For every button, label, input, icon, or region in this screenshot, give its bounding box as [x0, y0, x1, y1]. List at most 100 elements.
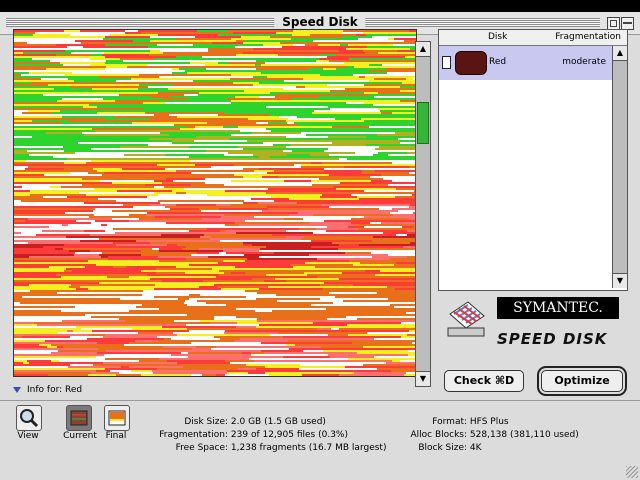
disk-block-strip — [325, 82, 402, 84]
scroll-down-arrow-icon[interactable]: ▼ — [416, 371, 430, 386]
disk-block-strip — [124, 154, 132, 156]
disk-block-strip — [328, 106, 374, 108]
disk-block-strip — [159, 358, 185, 360]
disclosure-triangle-icon[interactable] — [13, 386, 21, 393]
disk-block-strip — [100, 138, 149, 140]
disk-block-strip — [14, 372, 91, 374]
disk-block-strip — [304, 272, 342, 274]
disk-block-strip — [162, 326, 236, 328]
disk-block-strip — [326, 124, 416, 126]
disk-block-strip — [186, 246, 266, 248]
disk-block-strip — [112, 218, 139, 220]
disk-block-strip — [253, 48, 346, 50]
column-header-disk[interactable]: Disk — [488, 32, 507, 42]
disk-block-strip — [69, 120, 98, 122]
disk-block-strip — [119, 372, 153, 374]
resize-grow-box-icon[interactable] — [626, 466, 638, 478]
map-scroll-thumb[interactable] — [417, 102, 429, 144]
list-scroll-up-icon[interactable]: ▲ — [613, 46, 627, 61]
disk-block-strip — [14, 324, 37, 326]
disk-block-strip — [388, 254, 411, 256]
disk-block-strip — [390, 304, 416, 306]
disk-block-strip — [80, 124, 174, 126]
disk-block-strip — [14, 60, 50, 62]
disk-block-strip — [244, 124, 298, 126]
disk-block-strip — [364, 226, 402, 228]
disk-block-strip — [142, 304, 181, 306]
disk-block-strip — [215, 344, 286, 346]
disk-block-strip — [99, 282, 144, 284]
disk-block-strip — [381, 224, 416, 226]
disk-block-strip — [125, 320, 174, 322]
disk-block-strip — [25, 158, 44, 160]
disk-block-strip — [156, 198, 170, 200]
disk-block-strip — [14, 316, 91, 318]
check-button[interactable]: Check ⌘D — [444, 370, 524, 392]
disk-block-strip — [401, 294, 416, 296]
disk-block-strip — [394, 38, 416, 40]
optimize-button[interactable]: Optimize — [541, 370, 623, 392]
disk-block-strip — [373, 104, 416, 106]
disk-block-strip — [32, 136, 109, 138]
map-scrollbar[interactable]: ▲ ▼ — [415, 41, 431, 387]
disk-block-strip — [361, 118, 416, 120]
scroll-up-arrow-icon[interactable]: ▲ — [416, 42, 430, 57]
disk-block-strip — [266, 128, 285, 130]
disk-block-strip — [14, 250, 69, 252]
disk-block-strip — [14, 198, 98, 200]
disk-block-strip — [14, 94, 43, 96]
disk-block-strip — [103, 38, 176, 40]
disk-block-strip — [14, 130, 52, 132]
disk-block-strip — [153, 130, 240, 132]
disk-block-strip — [369, 60, 416, 62]
disk-block-strip — [339, 158, 347, 160]
list-scroll-down-icon[interactable]: ▼ — [613, 273, 627, 288]
disk-block-strip — [156, 272, 185, 274]
disk-block-strip — [102, 308, 135, 310]
disk-block-strip — [143, 202, 160, 204]
disk-block-strip — [386, 68, 416, 70]
view-button[interactable] — [16, 405, 42, 431]
disk-block-strip — [350, 340, 416, 342]
disk-block-strip — [163, 346, 196, 348]
disk-block-strip — [219, 208, 242, 210]
disk-block-strip — [14, 330, 67, 332]
disk-block-strip — [189, 330, 225, 332]
disk-block-strip — [253, 76, 267, 78]
disk-block-strip — [14, 338, 87, 340]
disk-block-strip — [381, 222, 416, 224]
disk-block-strip — [14, 276, 61, 278]
disk-block-strip — [283, 356, 330, 358]
disk-block-strip — [185, 70, 232, 72]
disk-block-strip — [115, 100, 159, 102]
disk-list-scrollbar[interactable]: ▲ ▼ — [612, 46, 627, 288]
disk-block-strip — [171, 354, 251, 356]
disk-block-strip — [369, 64, 382, 66]
disk-block-strip — [14, 318, 51, 320]
disk-block-strip — [180, 290, 204, 292]
disk-block-strip — [276, 294, 289, 296]
final-button[interactable] — [104, 405, 130, 431]
current-button[interactable] — [66, 405, 92, 431]
disk-block-strip — [191, 374, 202, 376]
disk-block-strip — [167, 244, 177, 246]
disk-block-strip — [354, 372, 367, 374]
disk-row-red[interactable]: Red moderate — [439, 46, 612, 80]
disk-block-strip — [240, 130, 252, 132]
disk-block-strip — [102, 54, 149, 56]
info-for[interactable]: Info for: Red — [13, 385, 82, 395]
disk-block-strip — [364, 224, 381, 226]
column-header-fragmentation[interactable]: Fragmentation — [555, 32, 621, 42]
disk-block-strip — [342, 272, 407, 274]
disk-block-strip — [236, 232, 313, 234]
disk-block-strip — [188, 356, 283, 358]
disk-block-strip — [61, 276, 107, 278]
disk-block-strip — [345, 308, 385, 310]
disk-block-strip — [266, 226, 272, 228]
disk-block-strip — [89, 204, 103, 206]
disk-block-strip — [220, 230, 226, 232]
disk-block-strip — [145, 184, 191, 186]
disk-block-strip — [401, 322, 416, 324]
disk-block-strip — [199, 286, 218, 288]
disk-block-strip — [270, 334, 328, 336]
